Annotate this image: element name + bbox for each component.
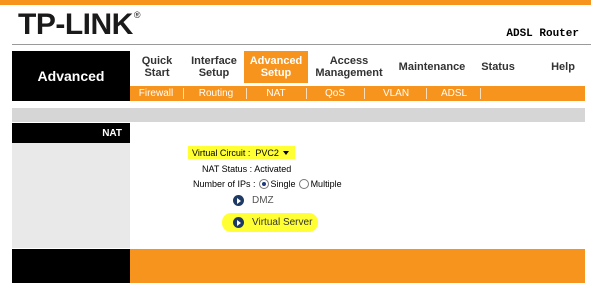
- subnav-adsl[interactable]: ADSL: [428, 86, 480, 101]
- arrow-circle-icon: [233, 195, 244, 206]
- chevron-down-icon: [282, 150, 289, 155]
- virtual-server-link[interactable]: Virtual Server: [233, 217, 312, 228]
- sub-nav: Firewall Routing NAT QoS VLAN ADSL: [130, 86, 585, 101]
- top-accent-stripe: [0, 0, 591, 5]
- header-divider: [12, 44, 591, 45]
- nav-maintenance[interactable]: Maintenance: [392, 51, 472, 83]
- subnav-separator: [426, 88, 427, 99]
- footer-bar: [130, 249, 585, 283]
- subnav-firewall[interactable]: Firewall: [130, 86, 182, 101]
- number-of-ips-row: Number of IPs : Single Multiple: [193, 179, 342, 189]
- subnav-separator: [246, 88, 247, 99]
- model-name: ADSL Router: [506, 28, 579, 40]
- subnav-vlan[interactable]: VLAN: [368, 86, 424, 101]
- nat-status-label: NAT Status :: [202, 164, 253, 174]
- radio-multiple[interactable]: [298, 179, 309, 189]
- virtual-server-label[interactable]: Virtual Server: [252, 217, 312, 228]
- subnav-separator: [480, 88, 481, 99]
- virtual-circuit-select[interactable]: PVC2: [253, 147, 291, 158]
- nav-status[interactable]: Status: [474, 51, 522, 83]
- section-title: Advanced: [12, 51, 130, 101]
- nat-status-value: Activated: [254, 164, 292, 174]
- radio-single[interactable]: [258, 179, 269, 189]
- subnav-routing[interactable]: Routing: [188, 86, 244, 101]
- dmz-label[interactable]: DMZ: [252, 195, 274, 206]
- subnav-separator: [183, 88, 184, 99]
- main-nav: Quick Start Interface Setup Advanced Set…: [130, 51, 591, 86]
- dmz-link[interactable]: DMZ: [233, 195, 274, 206]
- nav-advanced-setup[interactable]: Advanced Setup: [244, 51, 308, 83]
- content-header-band: [12, 108, 585, 122]
- number-of-ips-label: Number of IPs :: [193, 179, 256, 189]
- footer-left-block: [12, 249, 130, 283]
- virtual-circuit-row: Virtual Circuit : PVC2: [188, 146, 295, 159]
- radio-single-label[interactable]: Single: [271, 179, 296, 189]
- tp-link-logo: TP-LINK ®: [18, 8, 140, 41]
- nav-interface-setup[interactable]: Interface Setup: [184, 51, 244, 83]
- nat-section-label: NAT: [12, 123, 130, 143]
- radio-multiple-label[interactable]: Multiple: [311, 179, 342, 189]
- subnav-separator: [364, 88, 365, 99]
- subnav-qos[interactable]: QoS: [310, 86, 360, 101]
- virtual-circuit-value: PVC2: [255, 147, 279, 158]
- subnav-separator: [306, 88, 307, 99]
- nat-status-row: NAT Status : Activated: [202, 164, 291, 174]
- virtual-circuit-label: Virtual Circuit :: [192, 147, 251, 158]
- nav-help[interactable]: Help: [543, 51, 583, 83]
- nav-access-management[interactable]: Access Management: [308, 51, 390, 83]
- nav-quick-start[interactable]: Quick Start: [130, 51, 184, 83]
- arrow-circle-icon: [233, 217, 244, 228]
- subnav-nat[interactable]: NAT: [250, 86, 302, 101]
